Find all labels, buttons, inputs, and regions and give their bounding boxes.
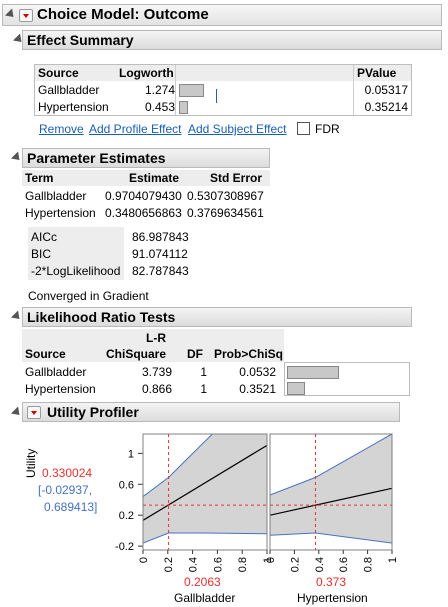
utility-profiler-chart: 10.60.2-0.20 0.2 0.4 0.6 0.8 10 0.2 0.4 0.6 0.8 1: [115, 433, 399, 572]
x-tick-label: 0.2: [289, 557, 301, 572]
x-tick-label: 0.4: [314, 557, 326, 572]
x-tick-label: 0.4: [188, 557, 200, 572]
hypertension-x-label: Hypertension: [297, 591, 368, 605]
y-tick-label: 0.2: [119, 510, 134, 522]
x-tick-label: 0.8: [363, 557, 375, 572]
hypertension-current-x[interactable]: 0.373: [316, 575, 346, 589]
x-tick-label: 0.2: [163, 557, 175, 572]
confidence-band: [143, 434, 267, 544]
x-tick-label: 0.6: [338, 557, 350, 572]
x-tick-label: 1: [387, 557, 399, 563]
y-tick-label: 1: [128, 448, 134, 460]
confidence-band: [270, 434, 392, 544]
x-tick-label: 0.8: [237, 557, 249, 572]
y-tick-label: 0.6: [119, 479, 134, 491]
x-tick-label: 0.6: [212, 557, 224, 572]
x-tick-label: 0: [265, 557, 277, 563]
y-tick-label: -0.2: [115, 541, 134, 553]
gallbladder-current-x[interactable]: 0.2063: [184, 575, 221, 589]
gallbladder-x-label: Gallbladder: [174, 591, 236, 605]
x-tick-label: 0: [138, 557, 150, 563]
